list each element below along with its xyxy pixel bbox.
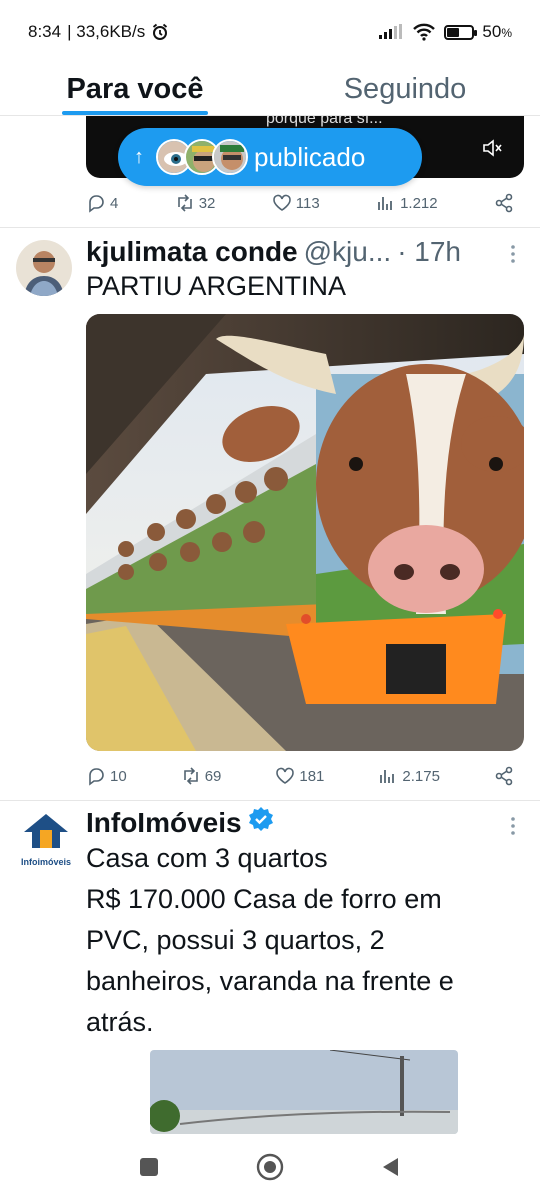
like-count: 113 xyxy=(295,194,320,212)
views-button[interactable]: 2.175 xyxy=(378,766,440,786)
like-icon xyxy=(276,767,295,784)
like-button[interactable]: 113 xyxy=(272,193,320,213)
author-name[interactable]: kjulimata conde xyxy=(86,236,298,268)
like-count: 181 xyxy=(299,767,325,785)
tab-para-voce[interactable]: Para você xyxy=(0,64,270,115)
reply-icon xyxy=(89,195,104,213)
views-count: 2.175 xyxy=(402,767,440,785)
verified-icon xyxy=(248,807,273,831)
like-button[interactable]: 181 xyxy=(275,766,324,786)
battery-icon xyxy=(444,24,478,40)
post-header: InfoImóveis xyxy=(86,806,274,839)
home-button[interactable] xyxy=(256,1153,284,1181)
reply-count: 10 xyxy=(110,767,127,785)
tab-label: Seguindo xyxy=(343,73,467,105)
repost-button[interactable]: 69 xyxy=(181,766,222,786)
status-network-speed: | 33,6KB/s xyxy=(67,22,146,41)
repost-icon xyxy=(177,194,192,212)
new-posts-label: publicado xyxy=(254,141,366,172)
share-button[interactable] xyxy=(494,766,514,786)
post-image[interactable] xyxy=(86,314,524,751)
battery-percent-symbol: % xyxy=(501,26,512,40)
views-count: 1.212 xyxy=(400,194,438,212)
post-actions: 10 69 181 2.175 xyxy=(86,761,514,791)
post-text: PARTIU ARGENTINA xyxy=(86,271,347,301)
active-tab-indicator xyxy=(62,111,208,115)
post-text-line: R$ 170.000 Casa de forro em xyxy=(86,884,442,914)
repost-count: 69 xyxy=(204,767,222,785)
post-divider xyxy=(0,227,540,228)
share-button[interactable] xyxy=(494,193,514,213)
post-actions: 4 32 113 1.212 xyxy=(86,188,514,218)
status-time: 8:34 xyxy=(28,22,62,41)
views-icon xyxy=(380,770,395,783)
status-bar: 8:34 | 33,6KB/s 50% xyxy=(0,0,540,64)
share-icon xyxy=(495,193,513,213)
reply-icon xyxy=(89,768,104,786)
repost-icon xyxy=(183,767,198,785)
reply-button[interactable]: 10 xyxy=(86,766,127,786)
avatar xyxy=(212,139,248,175)
post-text: Casa com 3 quartos R$ 170.000 Casa de fo… xyxy=(86,838,516,1043)
new-posts-pill[interactable]: ↑ publicado xyxy=(118,128,422,186)
views-button[interactable]: 1.212 xyxy=(376,193,438,213)
repost-count: 32 xyxy=(198,194,216,212)
post-time[interactable]: · 17h xyxy=(397,236,461,268)
reply-button[interactable]: 4 xyxy=(86,193,118,213)
wifi-icon xyxy=(413,23,436,41)
mute-icon[interactable] xyxy=(482,138,502,158)
back-button[interactable] xyxy=(380,1156,402,1178)
more-options-icon[interactable] xyxy=(510,244,516,264)
alarm-icon xyxy=(153,23,168,40)
timeline-tabs: Para você Seguindo xyxy=(0,64,540,116)
post-text-line: Casa com 3 quartos xyxy=(86,843,328,873)
post-text-line: banheiros, varanda na frente e xyxy=(86,966,454,996)
post-text-line: PVC, possui 3 quartos, 2 xyxy=(86,925,385,955)
reply-count: 4 xyxy=(110,194,119,212)
battery-percent: 50 xyxy=(482,22,502,41)
signal-icon xyxy=(379,24,403,39)
author-name[interactable]: InfoImóveis xyxy=(86,807,242,839)
author-handle[interactable]: @kju... xyxy=(304,236,392,268)
avatar-logo-text: Infoimóveis xyxy=(20,857,71,867)
tab-seguindo[interactable]: Seguindo xyxy=(270,64,540,115)
more-options-icon[interactable] xyxy=(510,816,516,836)
system-nav-bar xyxy=(0,1134,540,1200)
post-image[interactable] xyxy=(150,1050,458,1134)
arrow-up-icon: ↑ xyxy=(134,145,144,168)
share-icon xyxy=(495,766,513,786)
house-logo-icon xyxy=(24,814,68,848)
avatar[interactable] xyxy=(16,240,72,296)
post-text-line: atrás. xyxy=(86,1007,154,1037)
avatar[interactable]: Infoimóveis xyxy=(16,812,76,868)
tab-label: Para você xyxy=(66,73,204,105)
video-caption: porque para sí... xyxy=(266,116,383,127)
repost-button[interactable]: 32 xyxy=(175,193,216,213)
recent-apps-button[interactable] xyxy=(138,1156,160,1178)
views-icon xyxy=(378,197,392,210)
like-icon xyxy=(272,194,291,211)
post-header: kjulimata conde @kju... · 17h xyxy=(86,236,461,268)
post-divider xyxy=(0,800,540,801)
